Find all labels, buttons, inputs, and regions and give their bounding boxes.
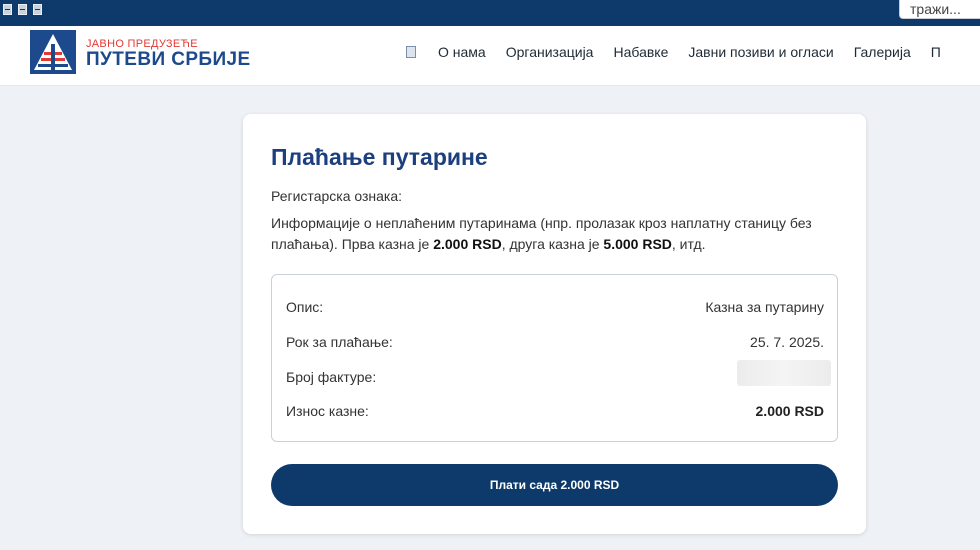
payment-card: Плаћање путарине Регистарска ознака: Инф… — [243, 114, 866, 534]
top-bar: тражи... — [0, 0, 980, 26]
site-header: ЈАВНО ПРЕДУЗЕЋЕ ПУТЕВИ СРБИЈЕ О нама Орг… — [0, 26, 980, 86]
nav-item-public-calls[interactable]: Јавни позиви и огласи — [688, 44, 833, 60]
home-icon[interactable] — [406, 46, 416, 58]
info-text-part: , друга казна је — [501, 236, 604, 252]
info-text: Информације о неплаћеним путаринама (нпр… — [271, 213, 841, 255]
language-flag-icon[interactable] — [33, 4, 42, 15]
search-input[interactable]: тражи... — [899, 0, 980, 19]
description-label: Опис: — [286, 299, 324, 315]
invoice-label: Број фактуре: — [286, 369, 377, 385]
nav-item-procurement[interactable]: Набавке — [613, 44, 668, 60]
registration-label: Регистарска ознака: — [271, 188, 403, 204]
language-flag-icon[interactable] — [18, 4, 27, 15]
nav-item-more[interactable]: П — [931, 44, 941, 60]
language-flag-icon[interactable] — [3, 4, 12, 15]
due-date-value: 25. 7. 2025. — [750, 334, 824, 350]
first-fine-amount: 2.000 RSD — [433, 236, 502, 252]
logo-title: ПУТЕВИ СРБИЈЕ — [86, 49, 251, 70]
nav-item-gallery[interactable]: Галерија — [854, 44, 911, 60]
second-fine-amount: 5.000 RSD — [603, 236, 672, 252]
nav-item-about[interactable]: О нама — [438, 44, 486, 60]
due-date-label: Рок за плаћање: — [286, 334, 393, 350]
amount-value: 2.000 RSD — [755, 403, 824, 419]
nav-item-organization[interactable]: Организација — [506, 44, 594, 60]
language-switcher — [3, 4, 42, 15]
info-text-part: , итд. — [671, 236, 706, 252]
page-title: Плаћање путарине — [271, 144, 488, 170]
description-value: Казна за путарину — [705, 299, 824, 315]
amount-label: Износ казне: — [286, 403, 369, 419]
logo-icon[interactable] — [30, 30, 76, 74]
fine-details: Опис: Казна за путарину Рок за плаћање: … — [271, 274, 838, 442]
logo-text[interactable]: ЈАВНО ПРЕДУЗЕЋЕ ПУТЕВИ СРБИЈЕ — [86, 38, 251, 70]
main-nav: О нама Организација Набавке Јавни позиви… — [406, 44, 961, 60]
pay-now-button[interactable]: Плати сада 2.000 RSD — [271, 464, 838, 506]
invoice-number-redacted — [737, 360, 831, 386]
